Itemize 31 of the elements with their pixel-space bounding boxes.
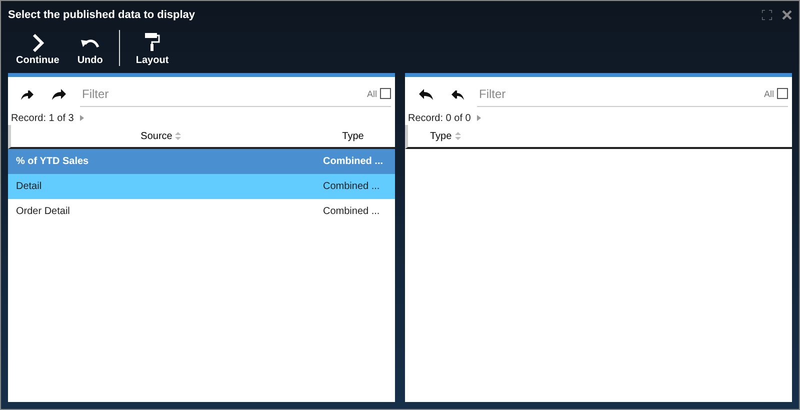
all-checkbox[interactable]	[380, 88, 391, 99]
filter-field[interactable]: Filter	[477, 86, 764, 102]
column-header[interactable]: Source	[140, 130, 172, 142]
undo-button[interactable]: Undo	[71, 28, 109, 70]
table-row[interactable]: Detail Combined ...	[8, 174, 395, 199]
table-cell-text: % of YTD Sales	[15, 156, 90, 167]
table-cell-text: Detail	[15, 181, 43, 192]
all-checkbox[interactable]	[777, 88, 788, 99]
all-label: All	[764, 88, 774, 98]
table-cell-text: Combined ...	[322, 206, 381, 217]
paint-roller-icon	[144, 32, 160, 52]
reply-icon	[417, 86, 435, 102]
next-record-icon[interactable]	[476, 115, 481, 121]
table-cell-text: Combined ...	[322, 181, 381, 192]
close-icon[interactable]	[782, 10, 792, 20]
forward-icon	[50, 86, 68, 102]
table-cell-text: Order Detail	[15, 206, 71, 217]
column-header[interactable]: Type	[342, 130, 364, 142]
filter-field[interactable]: Filter	[80, 86, 367, 102]
maximize-icon[interactable]	[762, 10, 772, 20]
continue-button[interactable]: Continue	[10, 28, 66, 70]
layout-button[interactable]: Layout	[130, 28, 175, 70]
table-cell-text: Combined ...	[322, 156, 384, 167]
all-label: All	[366, 88, 377, 98]
record-count: Record: 0 of 0	[408, 112, 471, 124]
window-title: Select the published data to display	[8, 8, 196, 20]
next-record-icon[interactable]	[80, 115, 84, 121]
chevron-right-icon	[30, 34, 45, 52]
table-row[interactable]: Order Detail Combined ...	[8, 199, 395, 224]
record-count: Record: 1 of 3	[11, 112, 74, 124]
column-header[interactable]: Type	[430, 130, 452, 142]
